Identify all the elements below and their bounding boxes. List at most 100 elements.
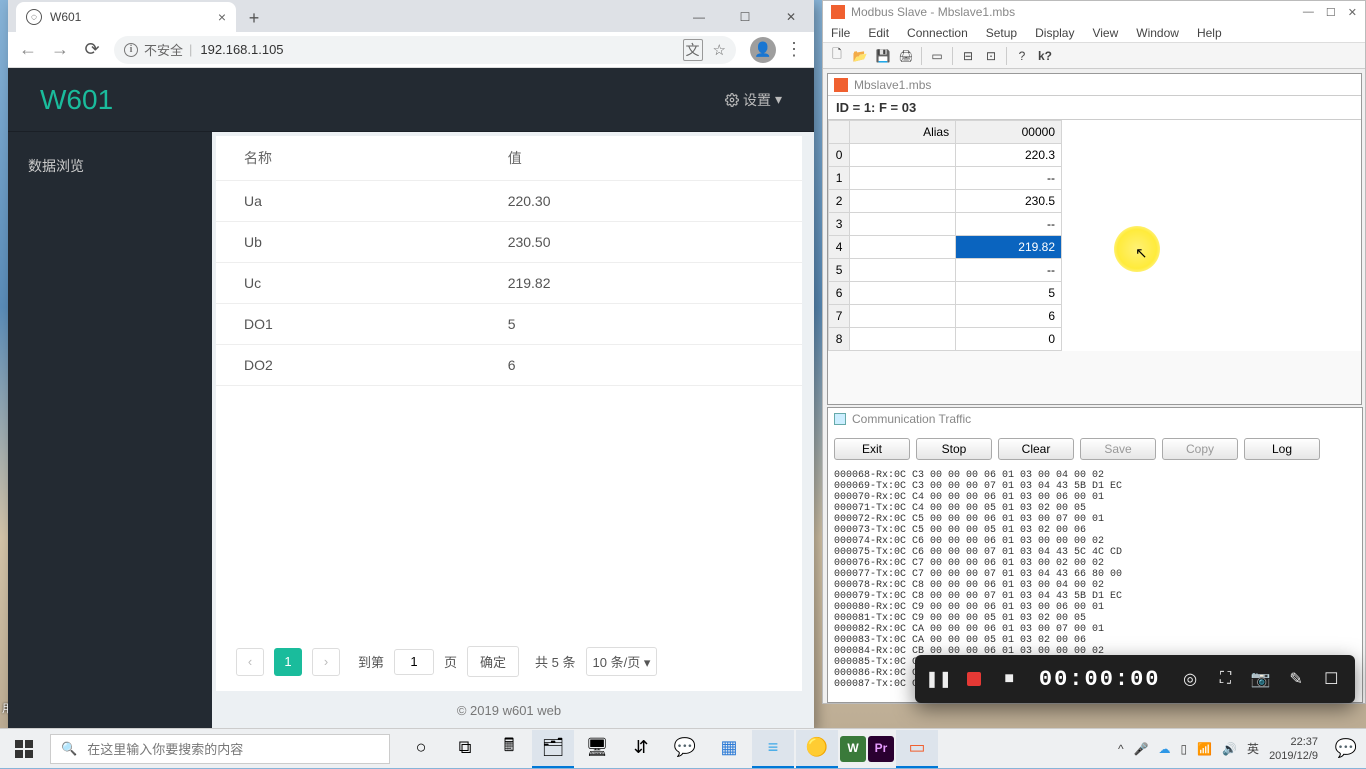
- cell-name: DO1: [216, 304, 480, 345]
- vscode-icon[interactable]: ≡: [752, 730, 794, 768]
- grid-row[interactable]: 1--: [829, 167, 1062, 190]
- chevron-down-icon: ▾: [775, 91, 782, 108]
- window-close[interactable]: ✕: [1348, 6, 1357, 19]
- mic-icon[interactable]: 🎤: [1134, 742, 1149, 756]
- open-icon[interactable]: 📂: [850, 46, 870, 66]
- mdi-child-window: Mbslave1.mbs ID = 1: F = 03 Alias00000 0…: [827, 73, 1362, 405]
- chrome-icon[interactable]: 🟡: [796, 730, 838, 768]
- notification-center-icon[interactable]: 💬: [1326, 729, 1366, 769]
- pause-icon[interactable]: ❚❚: [923, 659, 954, 699]
- clock[interactable]: 22:37 2019/12/9: [1269, 735, 1318, 763]
- per-page-select[interactable]: 10 条/页 ▾: [586, 647, 658, 676]
- more-icon[interactable]: ☐: [1316, 659, 1347, 699]
- pen-icon[interactable]: ✎: [1280, 659, 1311, 699]
- table-row: Uc219.82: [216, 263, 802, 304]
- ime-indicator[interactable]: 英: [1247, 740, 1259, 757]
- security-icon[interactable]: ☁: [1159, 742, 1171, 756]
- doc-icon: [834, 78, 848, 92]
- grid-row-selected[interactable]: 4219.82: [829, 236, 1062, 259]
- tray-expand-icon[interactable]: ^: [1118, 742, 1124, 756]
- register-grid[interactable]: Alias00000 0220.3 1-- 2230.5 3-- 4219.82…: [828, 120, 1361, 351]
- cortana-icon[interactable]: ○: [400, 730, 442, 768]
- tool2-icon[interactable]: ⊡: [981, 46, 1001, 66]
- reload-button[interactable]: ⟳: [78, 36, 106, 64]
- traffic-log[interactable]: 000068-Rx:0C C3 00 00 00 06 01 03 00 04 …: [828, 468, 1362, 686]
- grid-row[interactable]: 5--: [829, 259, 1062, 282]
- goto-confirm-button[interactable]: 确定: [467, 646, 519, 677]
- fullscreen-icon[interactable]: ⛶: [1210, 659, 1241, 699]
- new-icon[interactable]: 🗋: [827, 46, 847, 66]
- grid-row[interactable]: 76: [829, 305, 1062, 328]
- volume-icon[interactable]: 🔊: [1222, 742, 1237, 756]
- translate-icon[interactable]: 文: [683, 39, 703, 61]
- window-close[interactable]: ✕: [768, 2, 814, 32]
- bookmark-icon[interactable]: ☆: [713, 41, 726, 59]
- table-row: DO26: [216, 345, 802, 386]
- grid-row[interactable]: 80: [829, 328, 1062, 351]
- close-tab-icon[interactable]: ×: [218, 9, 226, 25]
- exit-button[interactable]: Exit: [834, 438, 910, 460]
- grid-row[interactable]: 0220.3: [829, 144, 1062, 167]
- file-explorer-icon[interactable]: 🗂: [532, 730, 574, 768]
- menu-edit[interactable]: Edit: [868, 26, 889, 40]
- settings-dropdown[interactable]: 设置 ▾: [725, 90, 782, 110]
- site-info[interactable]: i 不安全 |: [124, 40, 192, 59]
- sidebar-item-data-browse[interactable]: 数据浏览: [8, 146, 212, 186]
- menu-display[interactable]: Display: [1035, 26, 1074, 40]
- camera-icon[interactable]: 📷: [1245, 659, 1276, 699]
- menu-view[interactable]: View: [1092, 26, 1118, 40]
- chrome-menu-icon[interactable]: ⋮: [780, 36, 808, 64]
- mdi-titlebar[interactable]: Mbslave1.mbs: [828, 74, 1361, 96]
- page-next[interactable]: ›: [312, 648, 340, 676]
- new-tab-button[interactable]: +: [240, 4, 268, 32]
- back-button[interactable]: ←: [14, 36, 42, 64]
- grid-row[interactable]: 3--: [829, 213, 1062, 236]
- menu-setup[interactable]: Setup: [986, 26, 1017, 40]
- record-icon[interactable]: [958, 659, 989, 699]
- menu-window[interactable]: Window: [1136, 26, 1179, 40]
- page-prev[interactable]: ‹: [236, 648, 264, 676]
- wifi-icon[interactable]: 📶: [1197, 742, 1212, 756]
- app-icon-2[interactable]: ⇵: [620, 730, 662, 768]
- page-number-current[interactable]: 1: [274, 648, 302, 676]
- modbus-task-icon[interactable]: ▭: [896, 730, 938, 768]
- task-view-icon[interactable]: ⧉: [444, 730, 486, 768]
- battery-icon[interactable]: ▯: [1181, 742, 1188, 756]
- screen-recorder-bar[interactable]: ❚❚ ■ 00:00:00 ◎ ⛶ 📷 ✎ ☐: [915, 655, 1355, 703]
- save-icon[interactable]: 💾: [873, 46, 893, 66]
- address-bar[interactable]: i 不安全 | 192.168.1.105 文 ☆: [114, 36, 736, 64]
- clear-button[interactable]: Clear: [998, 438, 1074, 460]
- wechat-icon[interactable]: 💬: [664, 730, 706, 768]
- target-icon[interactable]: ◎: [1175, 659, 1206, 699]
- app-icon-1[interactable]: 🖥: [576, 730, 618, 768]
- start-button[interactable]: [0, 729, 48, 769]
- menu-connection[interactable]: Connection: [907, 26, 968, 40]
- about-icon[interactable]: ?: [1012, 46, 1032, 66]
- help-icon[interactable]: k?: [1035, 46, 1055, 66]
- browser-tab[interactable]: ◌ W601 ×: [16, 2, 236, 32]
- log-button[interactable]: Log: [1244, 438, 1320, 460]
- grid-row[interactable]: 2230.5: [829, 190, 1062, 213]
- info-icon: i: [124, 43, 138, 57]
- window-minimize[interactable]: —: [1303, 6, 1314, 19]
- window-maximize[interactable]: ☐: [722, 2, 768, 32]
- print-icon[interactable]: 🖨: [896, 46, 916, 66]
- gallery-icon[interactable]: ▦: [708, 730, 750, 768]
- stop-icon[interactable]: ■: [994, 659, 1025, 699]
- connect-icon[interactable]: ▭: [927, 46, 947, 66]
- window-maximize[interactable]: ☐: [1326, 6, 1336, 19]
- word-icon[interactable]: W: [840, 736, 866, 762]
- tool-icon[interactable]: ⊟: [958, 46, 978, 66]
- goto-page-input[interactable]: [394, 649, 434, 675]
- menu-file[interactable]: File: [831, 26, 850, 40]
- menu-help[interactable]: Help: [1197, 26, 1222, 40]
- taskbar-search[interactable]: 🔍 在这里输入你要搜索的内容: [50, 734, 390, 764]
- calculator-icon[interactable]: 🖩: [488, 730, 530, 768]
- system-tray: ^ 🎤 ☁ ▯ 📶 🔊 英 22:37 2019/12/9: [1110, 735, 1326, 763]
- window-minimize[interactable]: —: [676, 2, 722, 32]
- grid-row[interactable]: 65: [829, 282, 1062, 305]
- profile-avatar[interactable]: 👤: [750, 37, 776, 63]
- premiere-icon[interactable]: Pr: [868, 736, 894, 762]
- stop-button[interactable]: Stop: [916, 438, 992, 460]
- modbus-titlebar[interactable]: Modbus Slave - Mbslave1.mbs — ☐ ✕: [823, 1, 1365, 23]
